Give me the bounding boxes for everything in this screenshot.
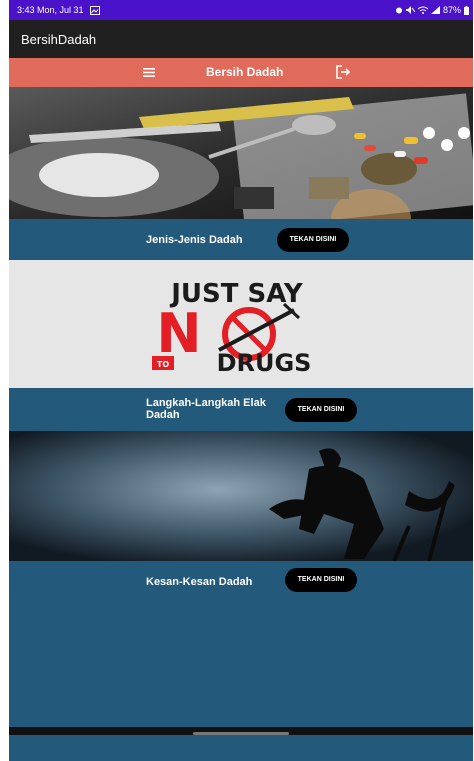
home-handle[interactable] [193,732,289,735]
app-title: BersihDadah [21,31,97,47]
tekan-disini-button-kesan[interactable]: TEKAN DISINI [285,568,357,592]
signal-icon [430,6,440,14]
status-time-date: 3:43 Mon, Jul 31 [17,5,84,15]
drugs-photo [9,87,473,219]
logout-icon[interactable] [334,63,352,81]
section-label-kesan: Kesan-Kesan Dadah [146,576,253,588]
gallery-notification-icon [89,5,100,15]
tekan-disini-button-jenis[interactable]: TEKAN DISINI [277,228,349,252]
banner-to: TO [157,360,169,369]
banner-no-letter: N [156,302,201,365]
section-row-jenis: Jenis-Jenis Dadah TEKAN DISINI [9,219,473,260]
section-row-langkah: Langkah-Langkah Elak Dadah TEKAN DISINI [9,388,473,431]
battery-icon [464,5,469,15]
sad-person-art [9,431,473,561]
just-say-no-art: JUST SAY N TO DRUGS [152,279,312,377]
tekan-disini-button-langkah[interactable]: TEKAN DISINI [285,398,357,422]
status-left: 3:43 Mon, Jul 31 [17,5,100,15]
section-label-langkah: Langkah-Langkah Elak Dadah [146,397,266,421]
app-title-bar: BersihDadah [9,20,473,58]
drugs-photo-art [9,87,473,219]
just-say-no-banner: JUST SAY N TO DRUGS [9,260,473,388]
section-label-jenis: Jenis-Jenis Dadah [146,234,243,246]
hamburger-menu-icon[interactable] [139,64,159,81]
status-bar: 3:43 Mon, Jul 31 87% [9,0,473,20]
banner-line3: DRUGS [217,349,312,377]
section-row-kesan: Kesan-Kesan Dadah TEKAN DISINI [9,561,473,601]
wifi-icon [417,6,428,14]
battery-percent: 87% [442,5,461,15]
status-right: 87% [395,5,469,15]
header-bar: Bersih Dadah [9,58,473,87]
sad-person-photo [9,431,473,561]
alarm-icon [395,7,402,14]
header-title: Bersih Dadah [206,65,284,79]
app-screen: 3:43 Mon, Jul 31 87% BersihDadah Bersih … [9,0,473,761]
mute-icon [405,6,415,14]
